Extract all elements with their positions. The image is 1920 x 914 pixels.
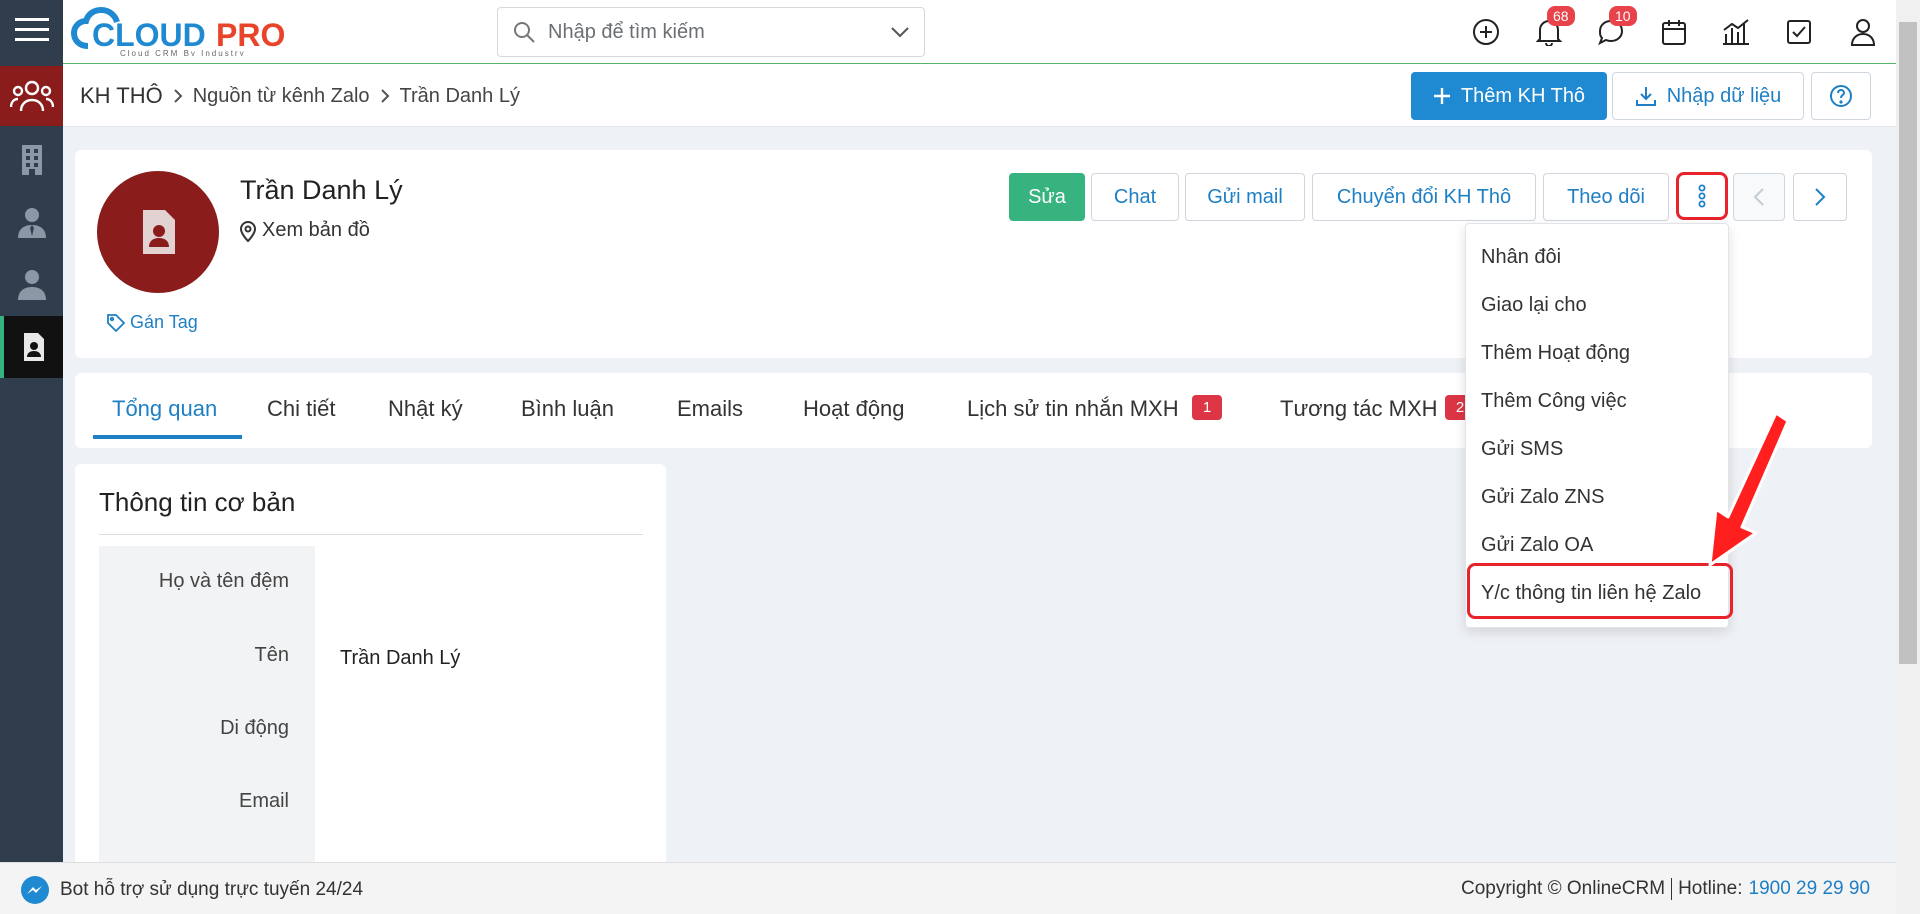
hotline-number[interactable]: 1900 29 29 90: [1749, 878, 1871, 900]
tab-emails[interactable]: Emails: [677, 396, 743, 422]
page-scrollbar[interactable]: [1896, 0, 1920, 914]
lead-avatar-icon: [143, 210, 175, 254]
reports-chart-icon[interactable]: [1718, 14, 1754, 50]
lead-document-icon[interactable]: [0, 316, 63, 378]
chevron-right-icon: [1814, 187, 1826, 207]
svg-text:PRO: PRO: [216, 17, 285, 53]
menu-item-send-sms[interactable]: Gửi SMS: [1481, 438, 1563, 461]
menu-item-duplicate[interactable]: Nhân đôi: [1481, 246, 1561, 269]
tab-log[interactable]: Nhật ký: [388, 396, 463, 422]
annotation-arrow-icon: [1708, 411, 1790, 567]
left-rail: [0, 0, 63, 862]
breadcrumb-module[interactable]: KH THÔ: [80, 83, 163, 109]
map-pin-icon: [240, 220, 256, 242]
add-circle-icon[interactable]: [1468, 14, 1504, 50]
chat-button[interactable]: Chat: [1091, 173, 1179, 221]
chevron-right-icon: [380, 88, 390, 104]
field-label-middle-name: Họ và tên đệm: [158, 570, 289, 592]
convert-lead-button[interactable]: Chuyển đổi KH Thô: [1312, 173, 1536, 221]
user-profile-icon[interactable]: [1845, 14, 1881, 50]
support-bot-link[interactable]: Bot hỗ trợ sử dụng trực tuyến 24/24: [20, 875, 363, 905]
profile-name: Trần Danh Lý: [240, 175, 403, 205]
messages-chat-icon[interactable]: 10: [1593, 6, 1637, 50]
import-data-button[interactable]: Nhập dữ liệu: [1612, 72, 1804, 120]
search-box[interactable]: Nhập để tìm kiếm: [497, 7, 925, 57]
field-label-email: Email: [238, 790, 289, 812]
send-mail-button[interactable]: Gửi mail: [1185, 173, 1305, 221]
notifications-bell-icon[interactable]: 68: [1531, 6, 1575, 50]
edit-button[interactable]: Sửa: [1009, 173, 1085, 221]
active-tab-indicator: [93, 435, 242, 439]
more-options-button[interactable]: [1676, 172, 1728, 220]
field-label-mobile: Di động: [220, 717, 289, 739]
plus-icon: [1433, 87, 1451, 105]
next-record-button[interactable]: [1793, 173, 1847, 221]
vertical-dots-icon: [1697, 184, 1707, 208]
help-button[interactable]: [1811, 72, 1871, 120]
menu-item-add-activity[interactable]: Thêm Hoạt động: [1481, 342, 1630, 365]
footer-info: Copyright © OnlineCRM Hotline: 1900 29 2…: [1461, 878, 1870, 900]
tab-overview[interactable]: Tổng quan: [112, 396, 217, 422]
menu-item-send-zalo-oa[interactable]: Gửi Zalo OA: [1481, 534, 1593, 557]
field-value-first-name[interactable]: Trần Danh Lý: [340, 647, 460, 670]
messages-badge: 10: [1609, 6, 1637, 26]
messenger-icon: [20, 875, 50, 905]
avatar: [97, 171, 219, 293]
tab-activities[interactable]: Hoạt động: [803, 396, 905, 422]
tag-link[interactable]: Gán Tag: [107, 312, 198, 333]
tab-social-message-history[interactable]: Lịch sử tin nhắn MXH: [967, 396, 1179, 422]
building-icon[interactable]: [0, 130, 63, 190]
notifications-badge: 68: [1547, 6, 1575, 26]
person-icon[interactable]: [0, 254, 63, 314]
search-icon: [512, 20, 536, 44]
calendar-icon[interactable]: [1656, 14, 1692, 50]
chevron-left-icon: [1753, 187, 1765, 207]
follow-button[interactable]: Theo dõi: [1543, 173, 1669, 221]
contact-tie-icon[interactable]: [0, 190, 63, 254]
svg-text:CLOUD: CLOUD: [92, 17, 206, 53]
scrollbar-thumb[interactable]: [1899, 22, 1917, 664]
help-question-icon: [1829, 84, 1853, 108]
tasks-checkbox-icon[interactable]: [1781, 14, 1817, 50]
svg-text:Cloud CRM By Industry: Cloud CRM By Industry: [120, 49, 246, 56]
menu-item-reassign[interactable]: Giao lại cho: [1481, 294, 1587, 317]
tab-badge: 1: [1192, 395, 1222, 420]
chevron-down-icon[interactable]: [890, 26, 910, 38]
tab-details[interactable]: Chi tiết: [267, 396, 335, 422]
tab-social-interactions[interactable]: Tương tác MXH: [1280, 396, 1438, 422]
add-lead-button[interactable]: Thêm KH Thô: [1411, 72, 1607, 120]
breadcrumb-record: Trần Danh Lý: [399, 84, 520, 107]
download-icon: [1635, 85, 1657, 107]
breadcrumb-source[interactable]: Nguồn từ kênh Zalo: [193, 85, 370, 108]
section-title: Thông tin cơ bản: [99, 487, 296, 517]
menu-item-add-task[interactable]: Thêm Công việc: [1481, 390, 1627, 413]
tag-icon: [107, 313, 125, 332]
label-column: [99, 546, 315, 862]
hamburger-menu-icon[interactable]: [0, 0, 63, 60]
chevron-right-icon: [173, 88, 183, 104]
cloudpro-logo[interactable]: CLOUD PRO Cloud CRM By Industry: [70, 6, 300, 58]
search-input[interactable]: Nhập để tìm kiếm: [548, 21, 705, 44]
breadcrumb: KH THÔ Nguồn từ kênh Zalo Trần Danh Lý: [80, 83, 520, 109]
copyright-text: Copyright © OnlineCRM: [1461, 878, 1666, 899]
tab-comments[interactable]: Bình luận: [521, 396, 614, 422]
map-link[interactable]: Xem bản đồ: [240, 219, 370, 242]
customers-group-icon[interactable]: [0, 66, 63, 126]
menu-item-send-zalo-zns[interactable]: Gửi Zalo ZNS: [1481, 486, 1604, 509]
previous-record-button[interactable]: [1733, 173, 1785, 221]
field-label-first-name: Tên: [254, 644, 289, 666]
hotline-label: Hotline:: [1678, 878, 1743, 899]
menu-item-request-zalo-contact[interactable]: Y/c thông tin liên hệ Zalo: [1481, 582, 1701, 605]
divider: [99, 534, 643, 535]
